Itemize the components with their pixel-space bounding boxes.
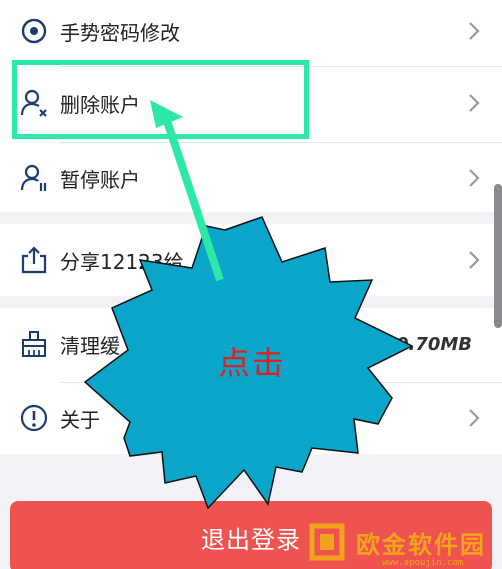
settings-item-label: 关于 xyxy=(60,407,100,432)
watermark: 欧金软件园 www.apoujin.com xyxy=(308,522,486,568)
radio-target-icon xyxy=(18,15,50,47)
info-icon xyxy=(18,402,50,434)
chevron-right-icon xyxy=(466,91,482,115)
user-pause-icon xyxy=(18,162,50,194)
settings-item-pause-account[interactable]: 暂停账户 xyxy=(0,143,502,213)
chevron-right-icon xyxy=(466,406,482,430)
settings-group-2: 分享12123给 xyxy=(0,224,502,296)
settings-item-share[interactable]: 分享12123给 xyxy=(0,224,502,296)
settings-item-label: 手势密码修改 xyxy=(60,20,180,45)
settings-item-about[interactable]: 关于 xyxy=(0,383,502,453)
click-annotation-text: 点击 xyxy=(218,344,287,382)
broom-icon xyxy=(18,328,50,360)
scrollbar[interactable] xyxy=(494,184,502,328)
chevron-right-icon xyxy=(466,19,482,43)
share-icon xyxy=(18,244,50,276)
chevron-right-icon xyxy=(466,248,482,272)
settings-item-label: 暂停账户 xyxy=(60,167,140,192)
chevron-right-icon xyxy=(466,166,482,190)
logout-label: 退出登录 xyxy=(201,525,301,554)
settings-item-label: 分享12123给 xyxy=(60,249,184,274)
cache-size-value: 0.70MB xyxy=(395,333,472,355)
settings-item-gesture-password[interactable]: 手势密码修改 xyxy=(0,0,502,62)
watermark-text: 欧金软件园 xyxy=(356,530,486,559)
watermark-logo-icon xyxy=(309,523,345,561)
watermark-url: www.apoujin.com xyxy=(382,558,464,568)
tutorial-highlight-box xyxy=(12,60,309,139)
settings-item-label: 清理缓 xyxy=(60,333,120,358)
